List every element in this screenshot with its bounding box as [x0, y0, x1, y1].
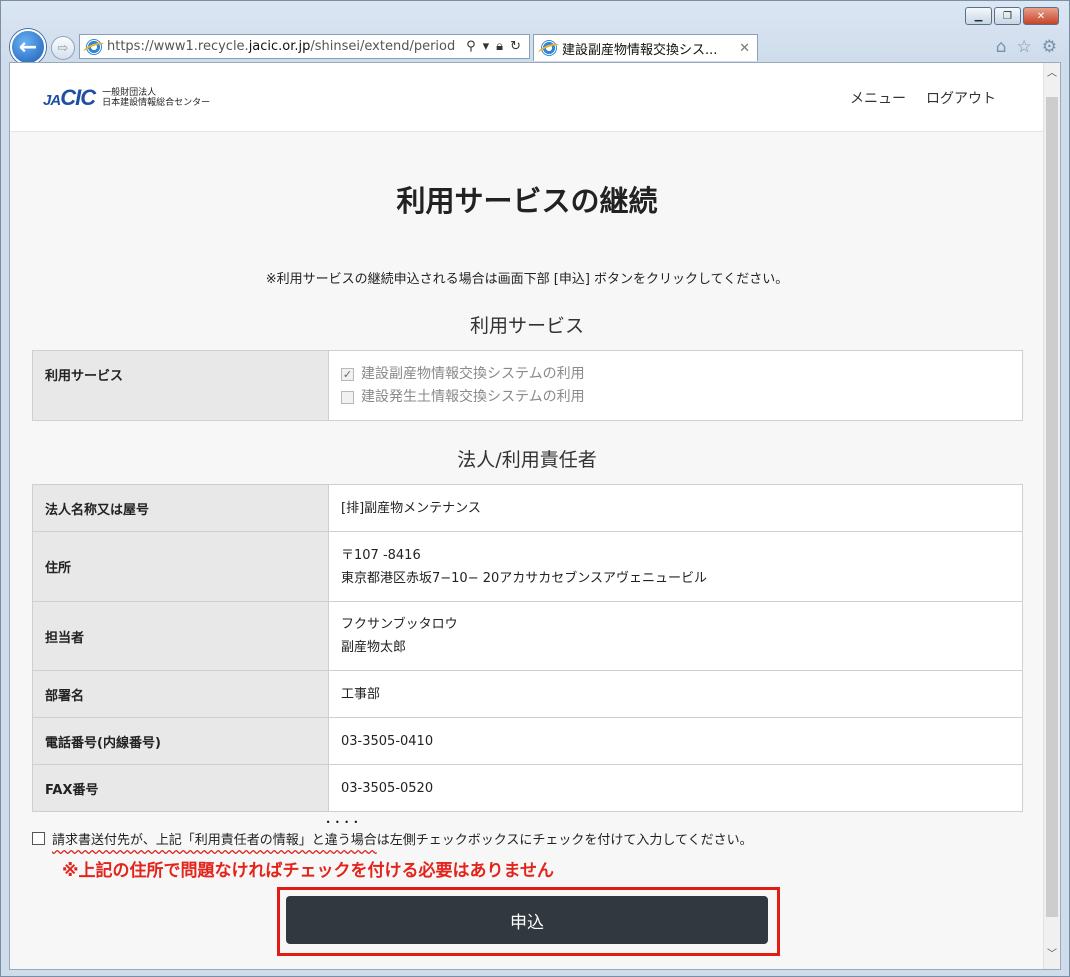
postal-code: 〒107 -8416 [341, 547, 421, 563]
address-value: 〒107 -8416 東京都港区赤坂7−10− 20アカサカセブンスアヴェニュー… [328, 531, 1023, 602]
forward-button[interactable]: ⇨ [51, 36, 75, 60]
table-row: 担当者 フクサンブッタロウ 副産物太郎 [32, 601, 1023, 671]
maximize-button[interactable]: ❐ [994, 7, 1021, 25]
invoice-text-c: は左側チェックボックスにチェックを付けて入力してください。 [376, 833, 753, 848]
annotation-note: ※上記の住所で問題なければチェックを付ける必要はありません [62, 861, 555, 881]
settings-gear-icon[interactable]: ⚙ [1042, 37, 1057, 57]
org-line2: 日本建設情報総合センター [102, 98, 211, 108]
tab-close-icon[interactable]: ✕ [739, 41, 750, 56]
org-line1: 一般財団法人 [102, 88, 157, 98]
fax-label: FAX番号 [32, 764, 329, 812]
url-prefix: https://www1.recycle. [107, 39, 249, 54]
table-row: 電話番号(内線番号) 03-3505-0410 [32, 717, 1023, 765]
vertical-scrollbar[interactable]: ︿ ﹀ [1043, 63, 1060, 969]
corp-section-title: 法人/利用責任者 [457, 449, 597, 471]
header-nav: メニュー ログアウト [850, 88, 996, 108]
lock-icon[interactable]: 🔒︎ [496, 39, 503, 54]
address-url[interactable]: https://www1.recycle.jacic.or.jp/shinsei… [107, 39, 455, 54]
browser-window: ▁ ❐ ✕ ← ⇨ https://www1.recycle.jacic.or.… [0, 0, 1070, 977]
forward-arrow-icon: ⇨ [57, 40, 69, 56]
services-options: ✓ 建設副産物情報交換システムの利用 建設発生土情報交換システムの利用 [328, 350, 1023, 421]
favorites-star-icon[interactable]: ☆ [1017, 37, 1032, 57]
service-option-1[interactable]: ✓ 建設副産物情報交換システムの利用 [341, 363, 1010, 386]
invoice-text-b: 違う場合 [325, 818, 377, 848]
service-option-2[interactable]: 建設発生土情報交換システムの利用 [341, 386, 1010, 409]
logo-mark: JACIC [43, 85, 96, 111]
service-option-2-label: 建設発生土情報交換システムの利用 [361, 388, 585, 405]
service-option-1-label: 建設副産物情報交換システムの利用 [361, 365, 585, 382]
tab-ie-icon [541, 40, 557, 56]
service-option-1-checkbox[interactable]: ✓ [341, 367, 354, 381]
invoice-address-checkbox[interactable] [32, 832, 45, 845]
logo-mark-cic: CIC [60, 85, 96, 110]
street-address: 東京都港区赤坂7−10− 20アカサカセブンスアヴェニュービル [341, 570, 708, 586]
minimize-button[interactable]: ▁ [965, 7, 992, 25]
back-arrow-icon: ← [18, 34, 38, 60]
url-path: /shinsei/extend/period [310, 39, 456, 54]
dropdown-chevron-icon[interactable]: ▾ [483, 39, 490, 54]
page-viewport: JACIC 一般財団法人 日本建設情報総合センター メニュー ログアウト 利用サ… [9, 62, 1061, 970]
tab-title: 建設副産物情報交換シス... [562, 42, 718, 58]
table-row: 住所 〒107 -8416 東京都港区赤坂7−10− 20アカサカセブンスアヴェ… [32, 531, 1023, 602]
close-window-button[interactable]: ✕ [1023, 7, 1059, 25]
contact-person-name: 副産物太郎 [341, 640, 407, 655]
fax-value: 03-3505-0520 [328, 764, 1023, 812]
browser-tab[interactable]: 建設副産物情報交換シス... ✕ [533, 34, 758, 61]
site-header: JACIC 一般財団法人 日本建設情報総合センター メニュー ログアウト [10, 63, 1044, 132]
contact-person-kana: フクサンブッタロウ [341, 617, 458, 632]
services-row: 利用サービス ✓ 建設副産物情報交換システムの利用 建設発生土情報交換システムの… [32, 350, 1023, 421]
table-row: FAX番号 03-3505-0520 [32, 764, 1023, 812]
contact-person-value: フクサンブッタロウ 副産物太郎 [328, 601, 1023, 671]
logo-org-name: 一般財団法人 日本建設情報総合センター [102, 88, 210, 108]
ie-page-icon [86, 38, 102, 55]
search-icon[interactable]: ⚲ [466, 39, 476, 54]
page-title: 利用サービスの継続 [396, 184, 658, 218]
department-value: 工事部 [328, 670, 1023, 718]
service-option-2-checkbox[interactable] [341, 390, 354, 404]
corp-table: 法人名称又は屋号 [排]副産物メンテナンス 住所 〒107 -8416 東京都港… [32, 484, 1023, 812]
nav-menu-link[interactable]: メニュー [850, 88, 906, 108]
table-row: 部署名 工事部 [32, 670, 1023, 718]
address-bar[interactable]: https://www1.recycle.jacic.or.jp/shinsei… [79, 34, 530, 59]
logo-mark-ja: JA [43, 92, 61, 109]
scroll-down-icon[interactable]: ﹀ [1044, 944, 1060, 961]
corp-name-label: 法人名称又は屋号 [32, 484, 329, 532]
scrollbar-thumb[interactable] [1046, 97, 1058, 917]
url-host: jacic.or.jp [248, 39, 311, 54]
refresh-icon[interactable]: ↻ [510, 39, 521, 54]
scroll-up-icon[interactable]: ︿ [1044, 63, 1060, 80]
services-table: 利用サービス ✓ 建設副産物情報交換システムの利用 建設発生土情報交換システムの… [32, 350, 1023, 421]
phone-value: 03-3505-0410 [328, 717, 1023, 765]
services-section-title: 利用サービス [469, 315, 584, 337]
department-label: 部署名 [32, 670, 329, 718]
page-notice: ※利用サービスの継続申込される場合は画面下部 [申込] ボタンをクリックしてくだ… [265, 272, 789, 287]
corp-name-value: [排]副産物メンテナンス [328, 484, 1023, 532]
phone-label: 電話番号(内線番号) [32, 717, 329, 765]
services-label: 利用サービス [32, 350, 329, 421]
submit-button[interactable]: 申込 [286, 896, 768, 944]
contact-person-label: 担当者 [32, 601, 329, 671]
address-label: 住所 [32, 531, 329, 602]
nav-logout-link[interactable]: ログアウト [926, 88, 996, 108]
browser-toolbar-icons: ⌂ ☆ ⚙ [996, 37, 1057, 57]
back-button[interactable]: ← [10, 29, 46, 65]
invoice-text-a: 請求書送付先が、上記「利用責任者の情報」と [52, 833, 325, 848]
window-controls: ▁ ❐ ✕ [965, 7, 1059, 25]
home-icon[interactable]: ⌂ [996, 37, 1007, 57]
jacic-logo[interactable]: JACIC 一般財団法人 日本建設情報総合センター [43, 85, 210, 111]
invoice-address-option[interactable]: 請求書送付先が、上記「利用責任者の情報」と違う場合は左側チェックボックスにチェッ… [32, 818, 753, 848]
table-row: 法人名称又は屋号 [排]副産物メンテナンス [32, 484, 1023, 532]
